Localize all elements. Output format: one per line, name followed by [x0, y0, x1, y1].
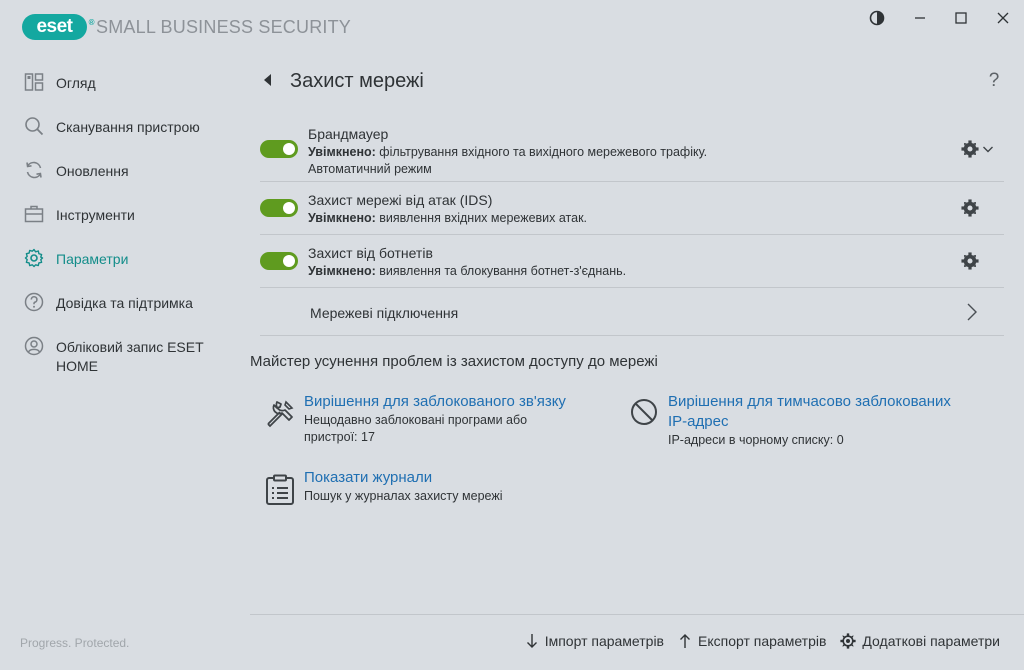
close-icon[interactable]	[989, 8, 1017, 28]
setting-title: Брандмауер	[308, 126, 389, 142]
setting-desc-text: виявлення вхідних мережевих атак.	[375, 211, 588, 225]
sidebar-item-account[interactable]: Обліковий запис ESET HOME	[0, 324, 230, 384]
page-title: Захист мережі	[290, 70, 424, 92]
account-icon	[24, 336, 44, 356]
setting-desc-text: виявлення та блокування ботнет-з'єднань.	[375, 264, 627, 278]
briefcase-icon	[24, 205, 44, 223]
blocked-ip-link[interactable]: Вирішення для тимчасово заблокованих IP-…	[668, 392, 998, 432]
setting-row-botnet: Захист від ботнетів Увімкнено: виявлення…	[260, 235, 1004, 288]
footer-actions: Імпорт параметрів Експорт параметрів Дод…	[525, 633, 1000, 649]
setting-title: Захист мережі від атак (IDS)	[308, 192, 493, 208]
sidebar-item-label: Інструменти	[56, 207, 135, 223]
advanced-settings-button[interactable]: Додаткові параметри	[840, 633, 1000, 649]
search-icon	[25, 117, 44, 136]
import-settings-label: Імпорт параметрів	[544, 633, 664, 649]
import-settings-button[interactable]: Імпорт параметрів	[525, 633, 664, 649]
botnet-toggle[interactable]	[260, 252, 298, 270]
gear-icon	[840, 633, 857, 649]
sidebar-item-label: Оновлення	[56, 163, 129, 179]
advanced-settings-label: Додаткові параметри	[862, 633, 1000, 649]
product-name: SMALL BUSINESS SECURITY	[96, 17, 352, 37]
setting-mode: Автоматичний режим	[308, 162, 432, 176]
logo-text: eset	[36, 16, 73, 37]
gear-icon[interactable]	[961, 140, 979, 158]
setting-status: Увімкнено:	[308, 145, 376, 159]
logo-mark: ®	[88, 18, 95, 27]
setting-description: Увімкнено: виявлення та блокування ботне…	[308, 264, 626, 278]
chevron-right-icon	[967, 303, 977, 321]
theme-toggle-icon[interactable]	[863, 8, 891, 28]
sidebar-item-label: Обліковий запис ESET HOME	[56, 339, 204, 374]
gear-icon	[24, 248, 44, 268]
sidebar: Огляд Сканування пристрою Оновлення Інст…	[0, 60, 230, 384]
sidebar-item-scan[interactable]: Сканування пристрою	[0, 104, 230, 148]
blocked-communication-link[interactable]: Вирішення для заблокованого зв'язку	[304, 392, 604, 412]
export-settings-button[interactable]: Експорт параметрів	[678, 633, 826, 649]
arrow-up-icon	[680, 634, 690, 648]
wizard-title: Майстер усунення проблем із захистом дос…	[250, 353, 658, 370]
ids-toggle[interactable]	[260, 199, 298, 217]
wizard-desc: пристрої: 17	[304, 430, 375, 444]
gear-icon[interactable]	[961, 252, 979, 270]
sidebar-item-label: Огляд	[56, 75, 96, 91]
firewall-toggle[interactable]	[260, 140, 298, 158]
help-button[interactable]: ?	[984, 70, 1004, 92]
blocked-ip-link-line2: IP-адрес	[668, 413, 729, 430]
setting-status: Увімкнено:	[308, 264, 376, 278]
page-header: Захист мережі ?	[250, 60, 1004, 106]
sidebar-item-label: Сканування пристрою	[56, 119, 200, 135]
tools-icon	[267, 400, 294, 428]
tagline: Progress. Protected.	[20, 636, 130, 650]
help-icon	[24, 292, 44, 312]
title-bar: eset ® SMALL BUSINESS SECURITY	[0, 0, 1024, 52]
back-arrow-icon[interactable]	[262, 73, 272, 87]
refresh-icon	[26, 161, 42, 179]
export-settings-label: Експорт параметрів	[698, 633, 827, 649]
wizard-desc: IP-адреси в чорному списку: 0	[668, 433, 844, 447]
maximize-icon[interactable]	[947, 8, 975, 28]
footer-divider	[250, 614, 1024, 615]
setting-row-firewall: Брандмауер Увімкнено: фільтрування вхідн…	[260, 122, 1004, 182]
setting-description: Увімкнено: фільтрування вхідного та вихі…	[308, 145, 707, 159]
main-content: Захист мережі ? Брандмауер Увімкнено: фі…	[250, 60, 1004, 505]
clipboard-icon	[266, 474, 294, 505]
sidebar-item-tools[interactable]: Інструменти	[0, 192, 230, 236]
sidebar-item-label: Параметри	[56, 251, 129, 267]
setting-title: Захист від ботнетів	[308, 245, 433, 261]
sidebar-item-help[interactable]: Довідка та підтримка	[0, 280, 230, 324]
blocked-ip-link-line1: Вирішення для тимчасово заблокованих	[668, 393, 951, 410]
sidebar-item-update[interactable]: Оновлення	[0, 148, 230, 192]
sidebar-item-label: Довідка та підтримка	[56, 295, 193, 311]
sidebar-item-settings[interactable]: Параметри	[0, 236, 230, 280]
minimize-icon[interactable]	[906, 8, 934, 28]
setting-desc-text: фільтрування вхідного та вихідного мереж…	[375, 145, 708, 159]
setting-row-ids: Захист мережі від атак (IDS) Увімкнено: …	[260, 182, 1004, 235]
wizard-desc: Пошук у журналах захисту мережі	[304, 489, 503, 503]
sidebar-item-overview[interactable]: Огляд	[0, 60, 230, 104]
arrow-down-icon	[526, 634, 537, 648]
settings-list: Брандмауер Увімкнено: фільтрування вхідн…	[260, 122, 1004, 336]
setting-status: Увімкнено:	[308, 211, 376, 225]
gear-icon[interactable]	[961, 199, 979, 217]
blocked-icon	[631, 399, 657, 425]
setting-title: Мережеві підключення	[310, 305, 459, 321]
setting-description: Увімкнено: виявлення вхідних мережевих а…	[308, 211, 587, 225]
show-logs-link[interactable]: Показати журнали	[304, 468, 604, 488]
overview-icon	[24, 73, 44, 91]
wizard-desc: Нещодавно заблоковані програми або	[304, 413, 528, 427]
chevron-down-icon[interactable]	[982, 143, 994, 155]
network-connections-row[interactable]: Мережеві підключення	[260, 288, 1004, 336]
eset-logo: eset ®	[22, 14, 95, 40]
